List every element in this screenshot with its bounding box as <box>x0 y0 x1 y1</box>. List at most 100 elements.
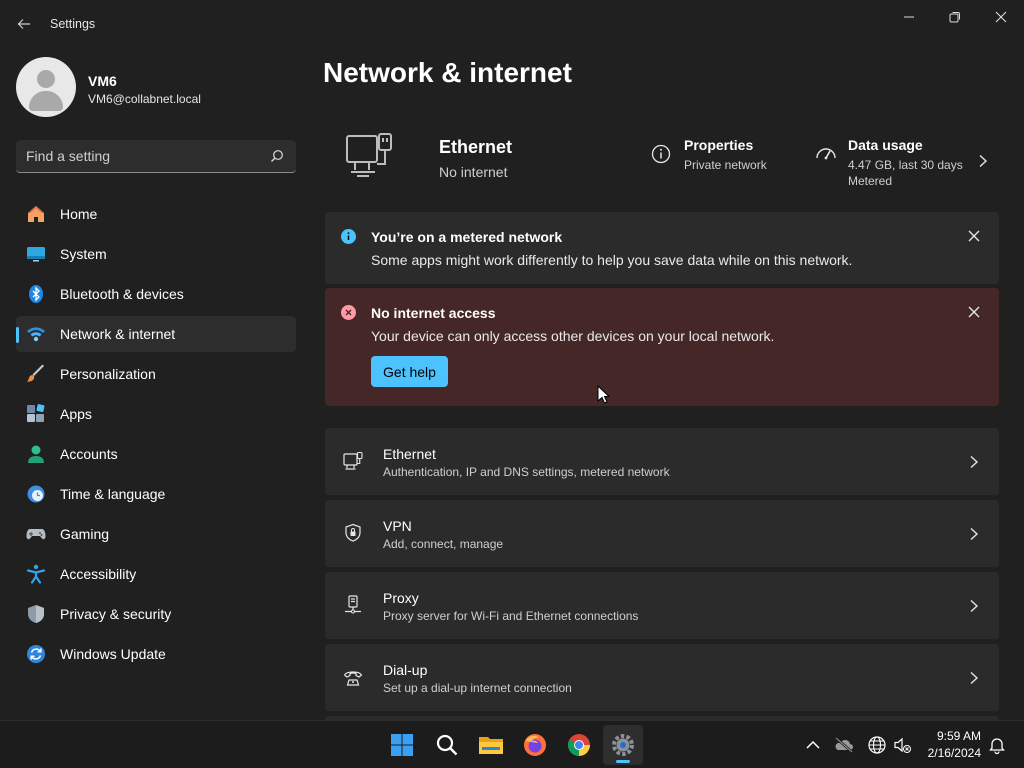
firefox-icon <box>524 734 546 756</box>
start-icon <box>391 734 413 756</box>
settings-row-proxy[interactable]: Proxy Proxy server for Wi-Fi and Etherne… <box>325 572 999 639</box>
close-icon[interactable] <box>967 229 981 243</box>
globe-icon[interactable] <box>867 735 887 755</box>
properties-subtitle: Private network <box>684 158 767 172</box>
settings-icon <box>612 734 634 756</box>
row-title: Ethernet <box>383 446 436 462</box>
row-subtitle: Set up a dial-up internet connection <box>383 681 572 695</box>
chevron-right-icon <box>970 671 979 685</box>
restore-button[interactable] <box>932 4 978 30</box>
dialup-icon <box>343 671 363 686</box>
monitor-icon <box>27 247 45 262</box>
settings-row-vpn[interactable]: VPN Add, connect, manage <box>325 500 999 567</box>
clock-time[interactable]: 9:59 AM <box>937 729 981 743</box>
person-icon <box>28 445 44 463</box>
brush-icon <box>27 364 44 382</box>
ethernet-computer-icon <box>346 133 392 177</box>
firefox-button[interactable] <box>515 725 555 765</box>
infobar-message: Some apps might work differently to help… <box>371 252 853 268</box>
page-title: Network & internet <box>323 57 572 88</box>
sidebar-item-label: Accounts <box>60 446 118 462</box>
sidebar-item-label: Network & internet <box>60 326 176 342</box>
file-explorer-icon <box>479 737 503 754</box>
avatar <box>16 57 76 117</box>
row-subtitle: Proxy server for Wi-Fi and Ethernet conn… <box>383 609 639 623</box>
metered-network-infobar: You’re on a metered network Some apps mi… <box>325 212 999 284</box>
infobar-message: Your device can only access other device… <box>371 328 775 344</box>
profile-email: VM6@collabnet.local <box>88 92 201 106</box>
connection-status: No internet <box>439 164 508 180</box>
sidebar-item-label: Accessibility <box>60 566 137 582</box>
search-input[interactable] <box>26 140 266 172</box>
chrome-icon <box>568 734 590 756</box>
chevron-right-icon <box>979 154 988 168</box>
data-usage-metered: Metered <box>848 174 893 188</box>
close-button[interactable] <box>978 4 1024 30</box>
ethernet-icon <box>343 451 363 470</box>
notification-bell-icon[interactable] <box>987 735 1007 755</box>
onedrive-icon[interactable] <box>834 735 854 755</box>
sidebar-item-label: Bluetooth & devices <box>60 286 184 302</box>
taskbar-search-button[interactable] <box>427 725 467 765</box>
sidebar-item-system[interactable]: System <box>16 236 296 272</box>
settings-row-ethernet[interactable]: Ethernet Authentication, IP and DNS sett… <box>325 428 999 495</box>
sidebar-item-accessibility[interactable]: Accessibility <box>16 556 296 592</box>
chevron-up-icon[interactable] <box>803 735 823 755</box>
shield-icon <box>28 605 44 623</box>
search-icon[interactable] <box>270 149 284 163</box>
sidebar-item-bluetooth[interactable]: Bluetooth & devices <box>16 276 296 312</box>
gamepad-icon <box>26 529 46 540</box>
mouse-cursor-icon <box>597 385 611 404</box>
proxy-icon <box>345 595 361 614</box>
infobar-title: No internet access <box>371 305 496 321</box>
sidebar-item-label: Windows Update <box>60 646 166 662</box>
get-help-button[interactable]: Get help <box>371 356 448 387</box>
sidebar-item-label: Home <box>60 206 98 222</box>
volume-muted-icon[interactable] <box>892 735 912 755</box>
close-icon[interactable] <box>967 305 981 319</box>
settings-row-dialup[interactable]: Dial-up Set up a dial-up internet connec… <box>325 644 999 711</box>
close-icon <box>995 11 1007 23</box>
sidebar-item-windows-update[interactable]: Windows Update <box>16 636 296 672</box>
file-explorer-button[interactable] <box>471 725 511 765</box>
search-box <box>16 140 296 173</box>
sidebar-item-label: Personalization <box>60 366 156 382</box>
settings-taskbar-button[interactable] <box>603 725 643 765</box>
back-button[interactable] <box>12 12 36 36</box>
sidebar-item-gaming[interactable]: Gaming <box>16 516 296 552</box>
chevron-right-icon <box>970 599 979 613</box>
taskbar: 9:59 AM 2/16/2024 <box>0 720 1024 768</box>
minimize-button[interactable] <box>886 4 932 30</box>
minimize-icon <box>904 16 914 18</box>
data-usage-link[interactable]: Data usage 4.47 GB, last 30 days Metered <box>815 132 999 192</box>
sidebar-item-accounts[interactable]: Accounts <box>16 436 296 472</box>
sidebar-item-apps[interactable]: Apps <box>16 396 296 432</box>
info-circle-icon <box>341 229 356 244</box>
chevron-right-icon <box>970 455 979 469</box>
sidebar-item-label: Time & language <box>60 486 166 502</box>
clock-date[interactable]: 2/16/2024 <box>928 746 981 760</box>
connection-summary: Ethernet No internet Properties Private … <box>325 124 999 194</box>
chevron-right-icon <box>970 527 979 541</box>
row-subtitle: Authentication, IP and DNS settings, met… <box>383 465 670 479</box>
profile-name: VM6 <box>88 73 117 89</box>
home-icon <box>28 206 44 222</box>
sidebar-item-personalization[interactable]: Personalization <box>16 356 296 392</box>
sidebar-item-network[interactable]: Network & internet <box>16 316 296 352</box>
back-arrow-icon <box>17 19 30 29</box>
app-title: Settings <box>50 17 96 31</box>
sidebar-item-time-language[interactable]: Time & language <box>16 476 296 512</box>
sidebar-item-label: System <box>60 246 107 262</box>
sidebar-item-home[interactable]: Home <box>16 196 296 232</box>
row-title: Proxy <box>383 590 419 606</box>
bluetooth-icon <box>29 285 43 303</box>
chrome-button[interactable] <box>559 725 599 765</box>
info-icon <box>651 144 671 164</box>
refresh-icon <box>27 645 45 663</box>
start-button[interactable] <box>382 725 422 765</box>
sidebar-nav: Home System Bluetooth & devices Network … <box>16 196 296 676</box>
sidebar-item-privacy-security[interactable]: Privacy & security <box>16 596 296 632</box>
no-internet-infobar: No internet access Your device can only … <box>325 288 999 406</box>
accessibility-icon <box>26 564 46 584</box>
sidebar-item-label: Gaming <box>60 526 110 542</box>
